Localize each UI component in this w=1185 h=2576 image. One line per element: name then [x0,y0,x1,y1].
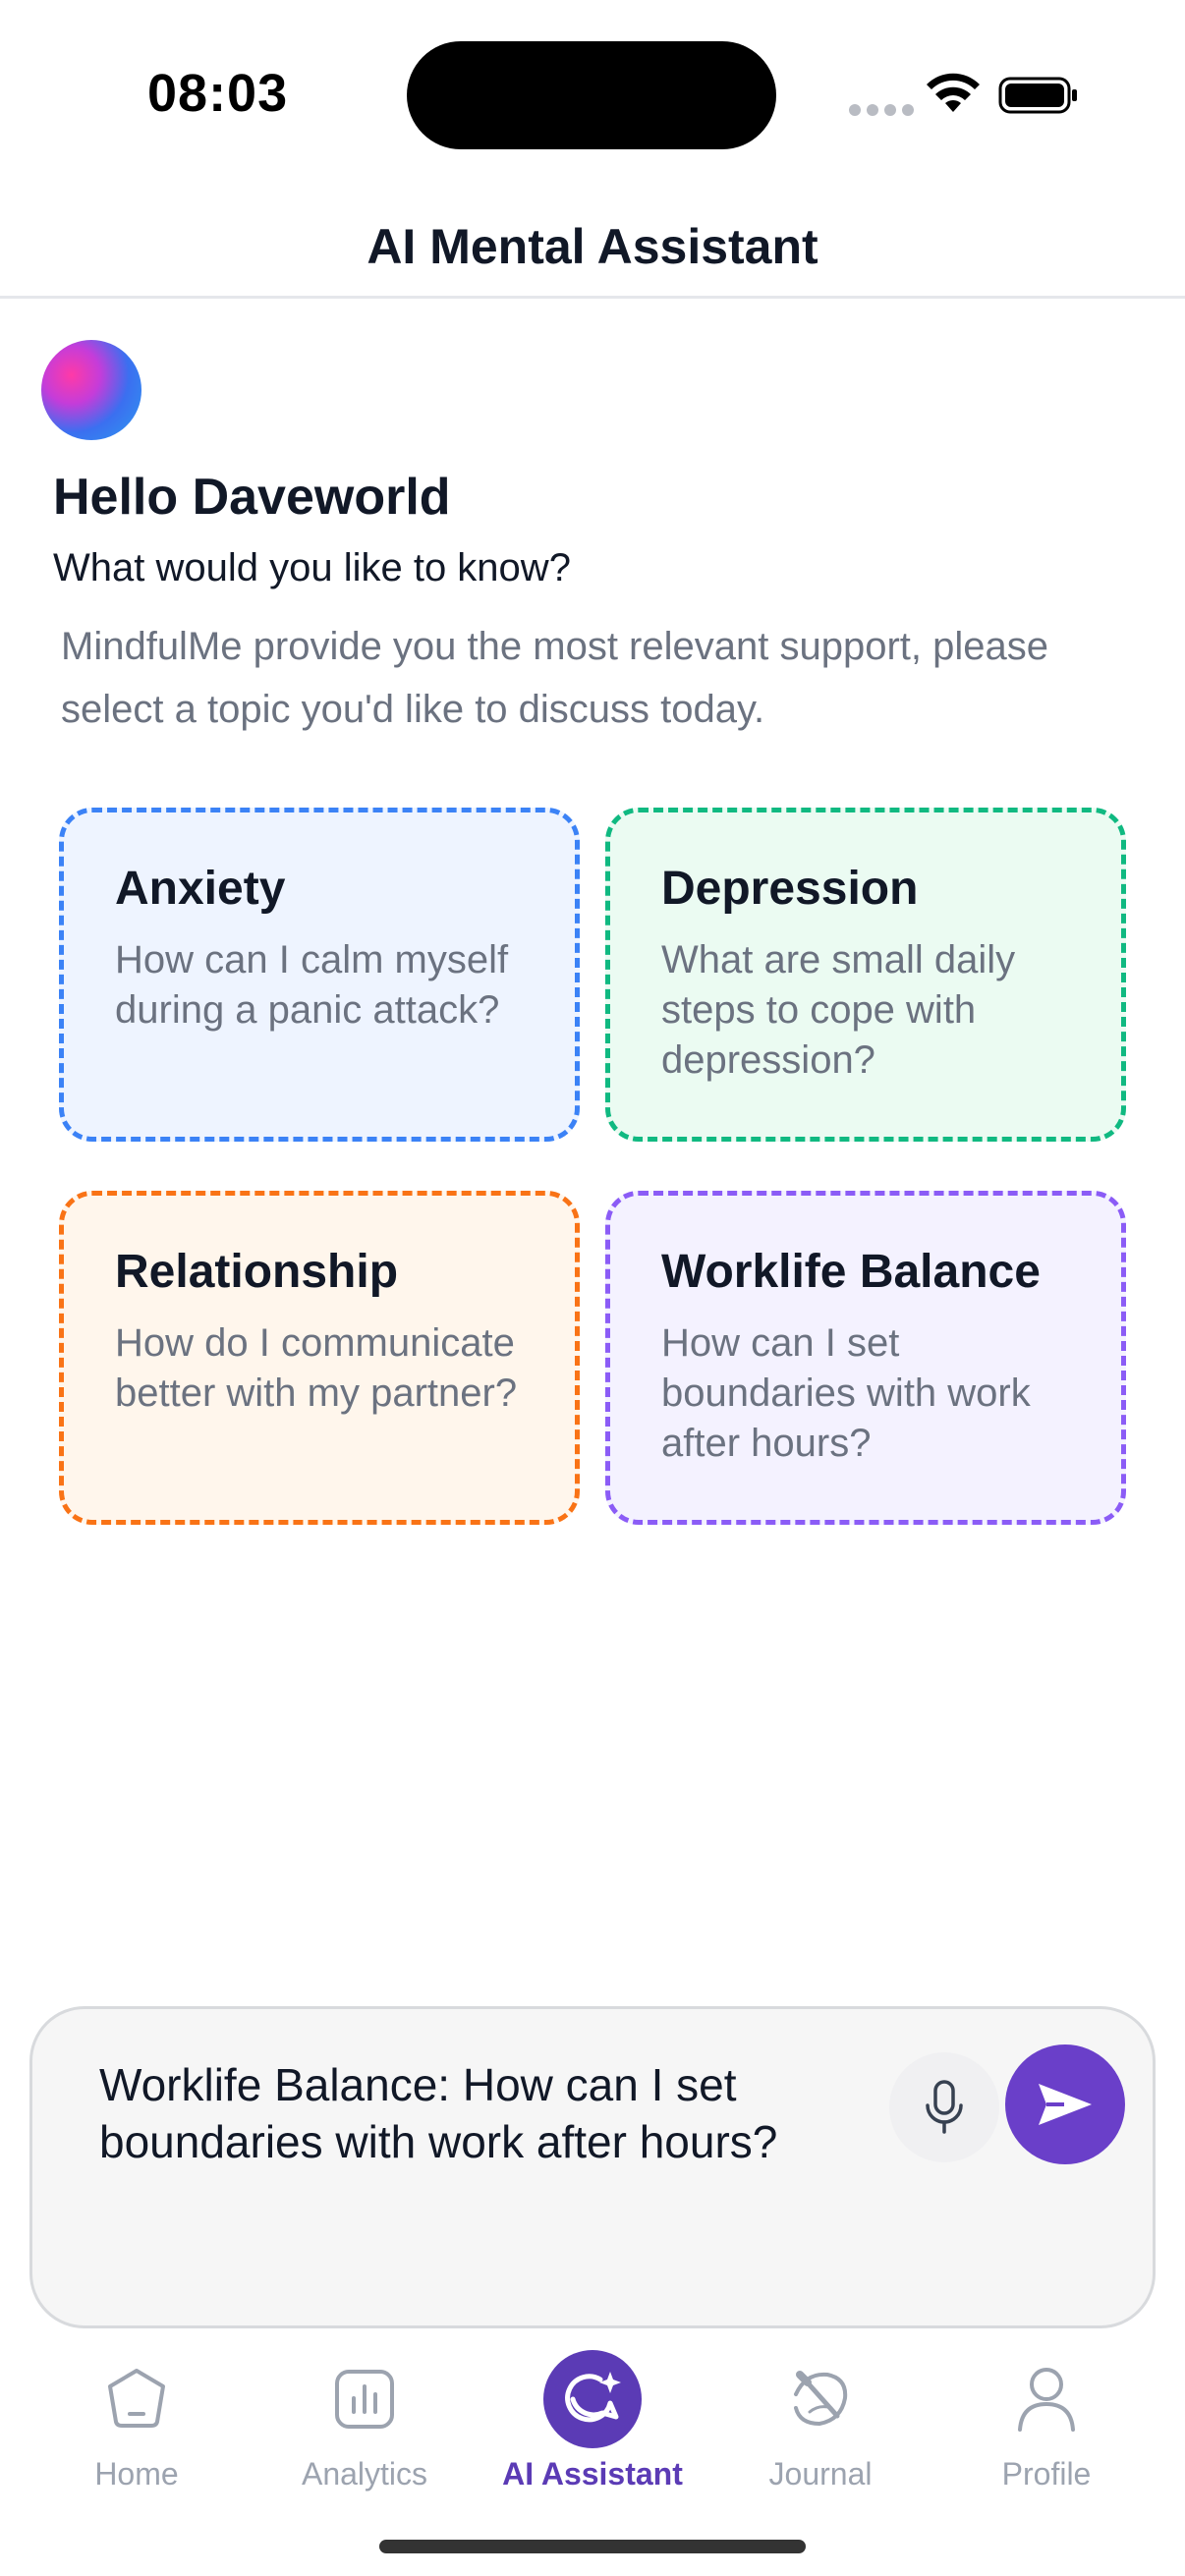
journal-icon [794,2371,848,2427]
topic-card-worklife-balance[interactable]: Worklife Balance How can I set boundarie… [605,1191,1126,1525]
topic-prompt: How can I calm myself during a panic att… [115,938,509,1032]
topic-title: Depression [661,863,919,915]
home-indicator [379,2540,806,2553]
page-title: AI Mental Assistant [367,218,818,274]
topic-prompt: What are small daily steps to cope with … [661,938,1016,1082]
cellular-signal-icon [849,104,914,116]
wifi-icon [927,73,980,112]
topic-prompt: How can I set boundaries with work after… [661,1321,1031,1465]
analytics-icon [335,2370,394,2429]
tab-ai-assistant[interactable]: AI Assistant [480,2336,705,2493]
greeting-title: Hello Daveworld [53,469,451,526]
status-bar: 08:03 [0,0,1185,187]
topic-title: Worklife Balance [661,1246,1041,1298]
message-composer [29,2006,1156,2328]
assistant-avatar [41,340,141,440]
home-icon [108,2369,165,2428]
tab-label: Analytics [301,2456,428,2492]
message-input[interactable] [99,2056,905,2170]
dynamic-island [407,41,776,149]
topic-card-depression[interactable]: Depression What are small daily steps to… [605,808,1126,1142]
intro-text: MindfulMe provide you the most relevant … [61,625,1048,731]
app-header: AI Mental Assistant [0,187,1185,299]
microphone-icon [926,2080,963,2134]
tab-journal[interactable]: Journal [707,2336,933,2493]
send-icon [1039,2084,1092,2125]
microphone-button[interactable] [889,2052,999,2162]
topic-title: Anxiety [115,863,286,915]
battery-icon [998,77,1077,114]
topic-card-relationship[interactable]: Relationship How do I communicate better… [59,1191,580,1525]
ai-assistant-icon [565,2372,621,2423]
status-time: 08:03 [147,64,289,123]
tab-label: Journal [768,2456,873,2492]
tab-profile[interactable]: Profile [933,2336,1159,2493]
send-button[interactable] [1005,2044,1125,2164]
tab-analytics[interactable]: Analytics [252,2336,478,2493]
greeting-subtitle: What would you like to know? [53,546,571,589]
topic-card-anxiety[interactable]: Anxiety How can I calm myself during a p… [59,808,580,1142]
tab-label: Home [94,2456,179,2492]
tab-home[interactable]: Home [24,2336,250,2493]
tab-label: Profile [1001,2456,1092,2492]
tab-label: AI Assistant [502,2456,683,2492]
profile-icon [1018,2368,1075,2432]
topic-title: Relationship [115,1246,399,1298]
topic-prompt: How do I communicate better with my part… [115,1321,518,1415]
